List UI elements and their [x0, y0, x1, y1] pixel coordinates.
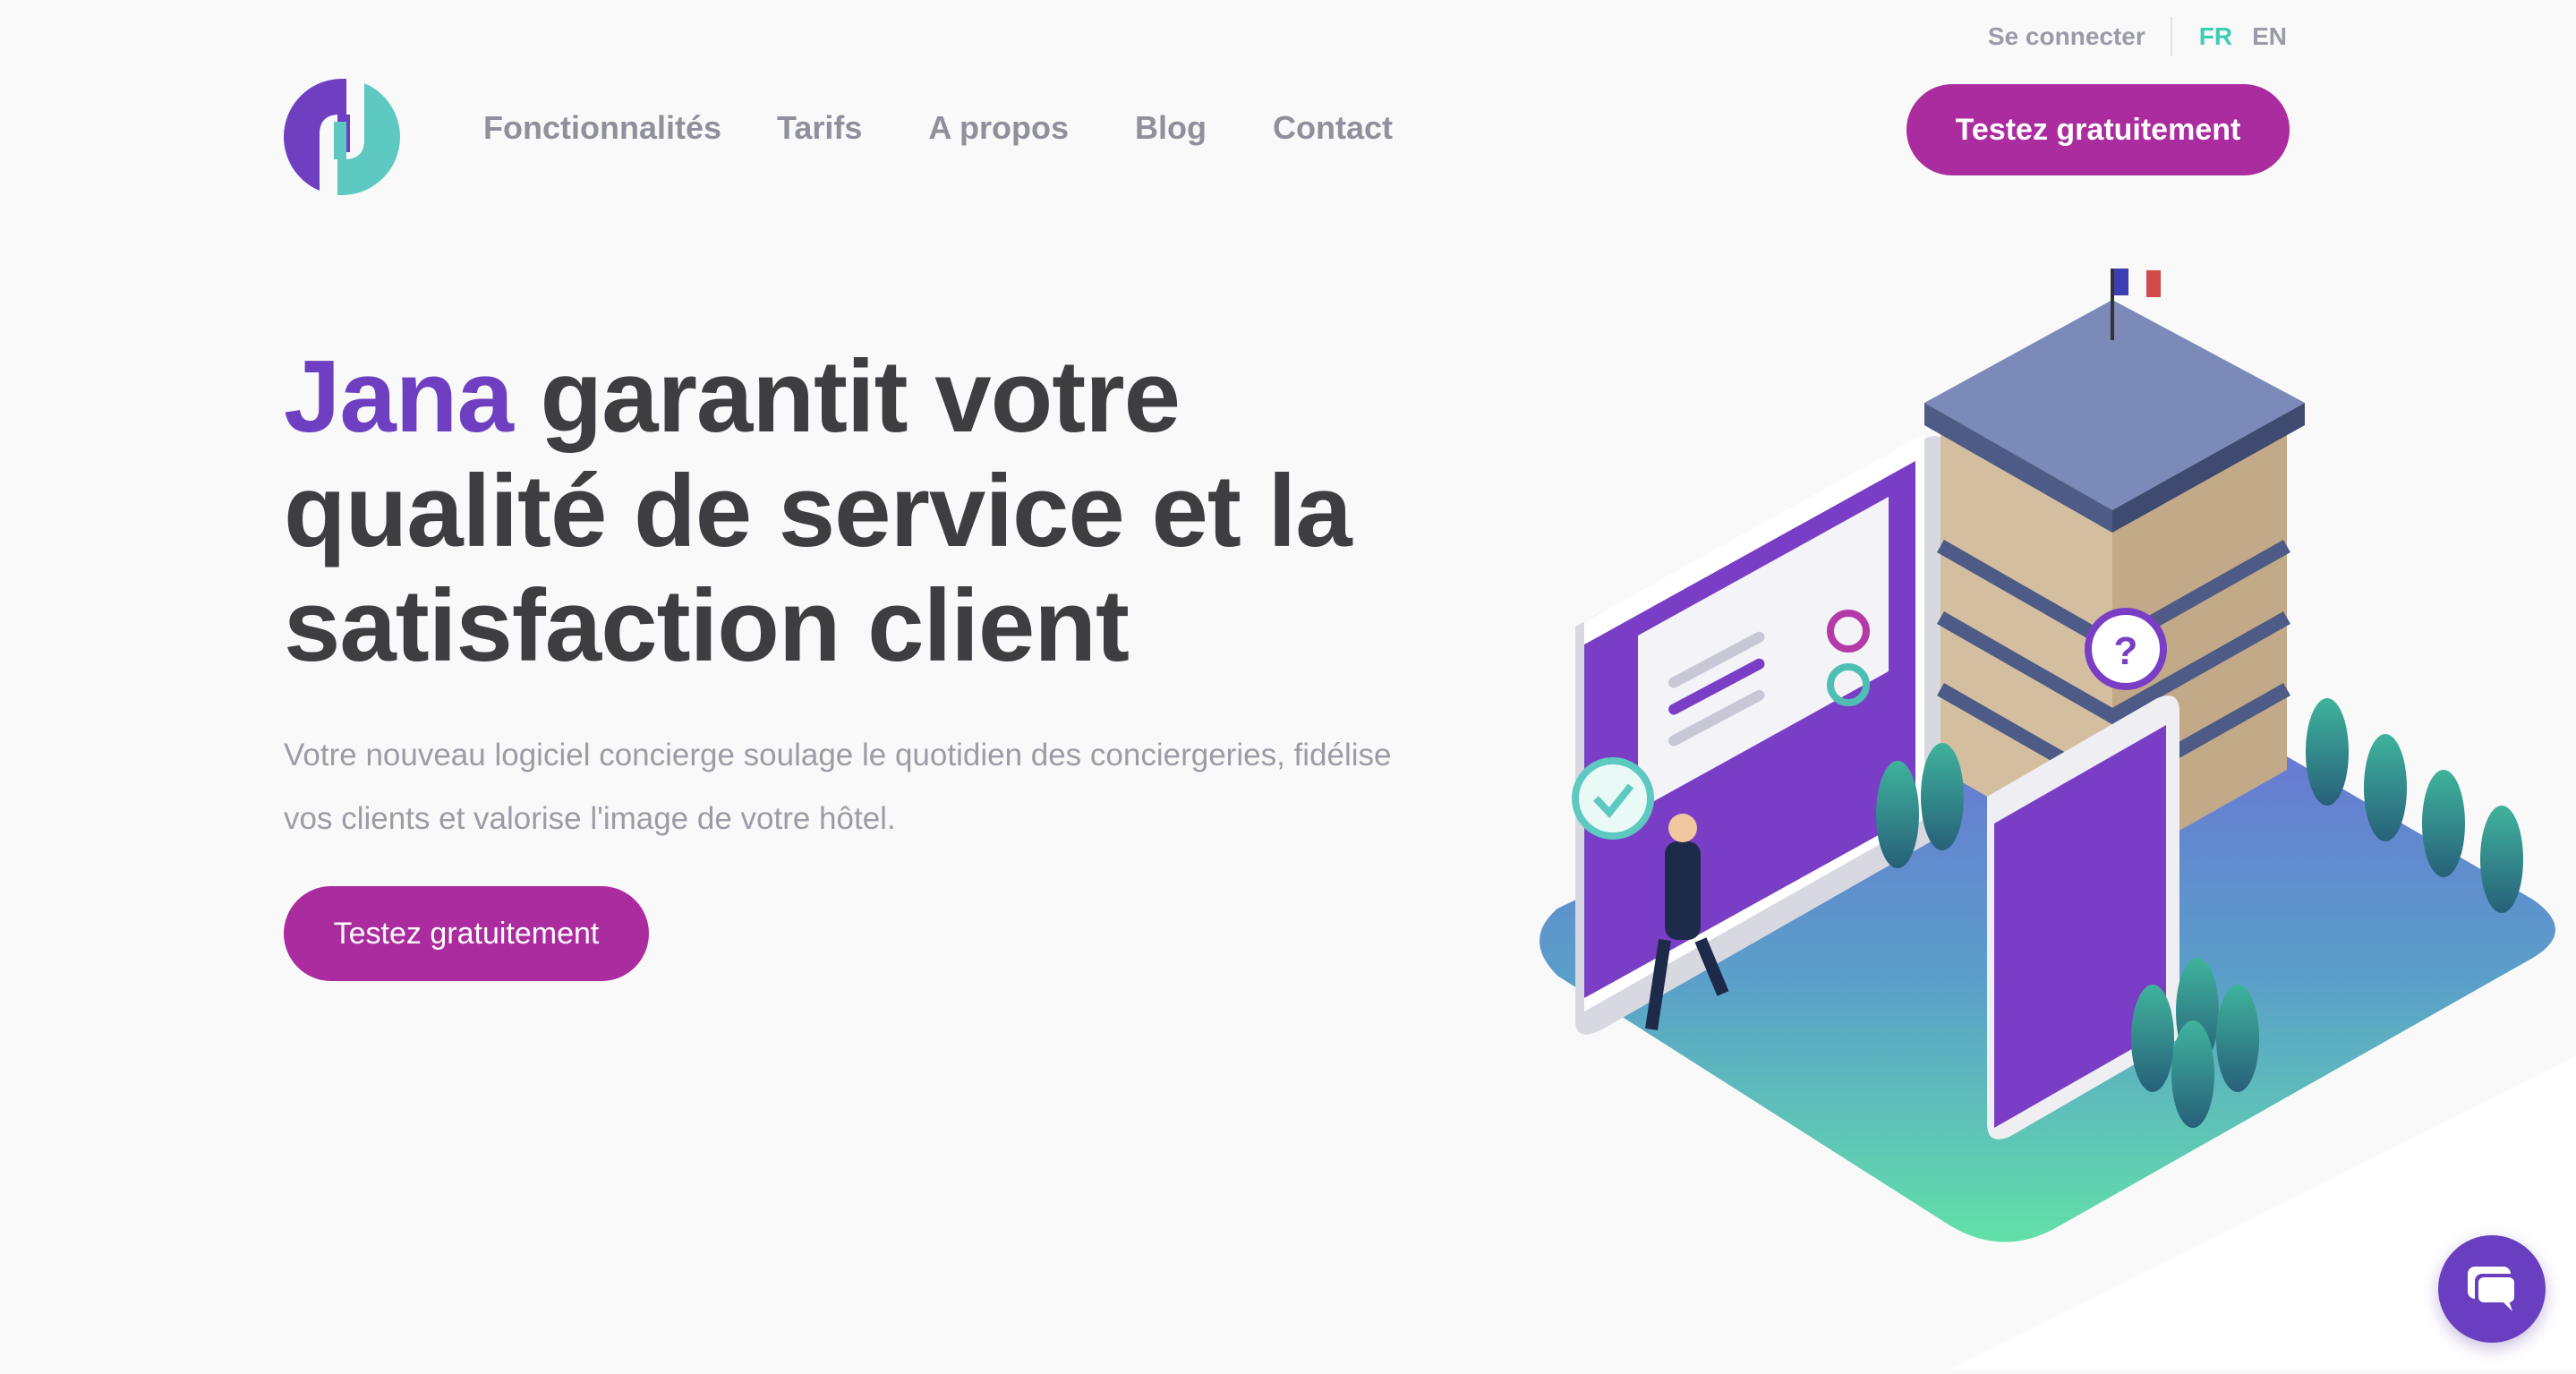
nav-item-tarifs[interactable]: Tarifs [777, 109, 862, 147]
svg-text:?: ? [2114, 629, 2138, 673]
nav-item-blog[interactable]: Blog [1135, 109, 1207, 147]
jana-logo-icon [284, 79, 400, 195]
login-link[interactable]: Se connecter [1988, 22, 2145, 51]
nav-item-contact[interactable]: Contact [1273, 109, 1393, 147]
chat-button[interactable] [2438, 1235, 2546, 1343]
main-nav: Fonctionnalités Tarifs A propos Blog Con… [483, 109, 1448, 147]
lang-fr-link[interactable]: FR [2199, 22, 2232, 51]
header-try-free-button[interactable]: Testez gratuitement [1906, 84, 2290, 175]
hero-try-free-button[interactable]: Testez gratuitement [284, 886, 649, 981]
hero-subtitle: Votre nouveau logiciel concierge soulage… [284, 738, 1392, 836]
nav-item-fonctionnalites[interactable]: Fonctionnalités [483, 109, 721, 147]
isometric-hotel-illustration: ? [1540, 269, 2576, 1370]
nav-item-a-propos[interactable]: A propos [928, 109, 1069, 147]
lang-en-link[interactable]: EN [2252, 22, 2287, 51]
hero-illustration: ? [1504, 251, 2576, 1370]
jana-logo[interactable] [284, 79, 400, 195]
hero-title-accent: Jana [284, 340, 514, 454]
utility-divider [2170, 17, 2172, 56]
hero-title: Jana garantit votre qualité de service e… [284, 340, 1403, 684]
chat-bubble-icon [2468, 1267, 2516, 1311]
utility-bar: Se connecter FR EN [1988, 17, 2287, 56]
